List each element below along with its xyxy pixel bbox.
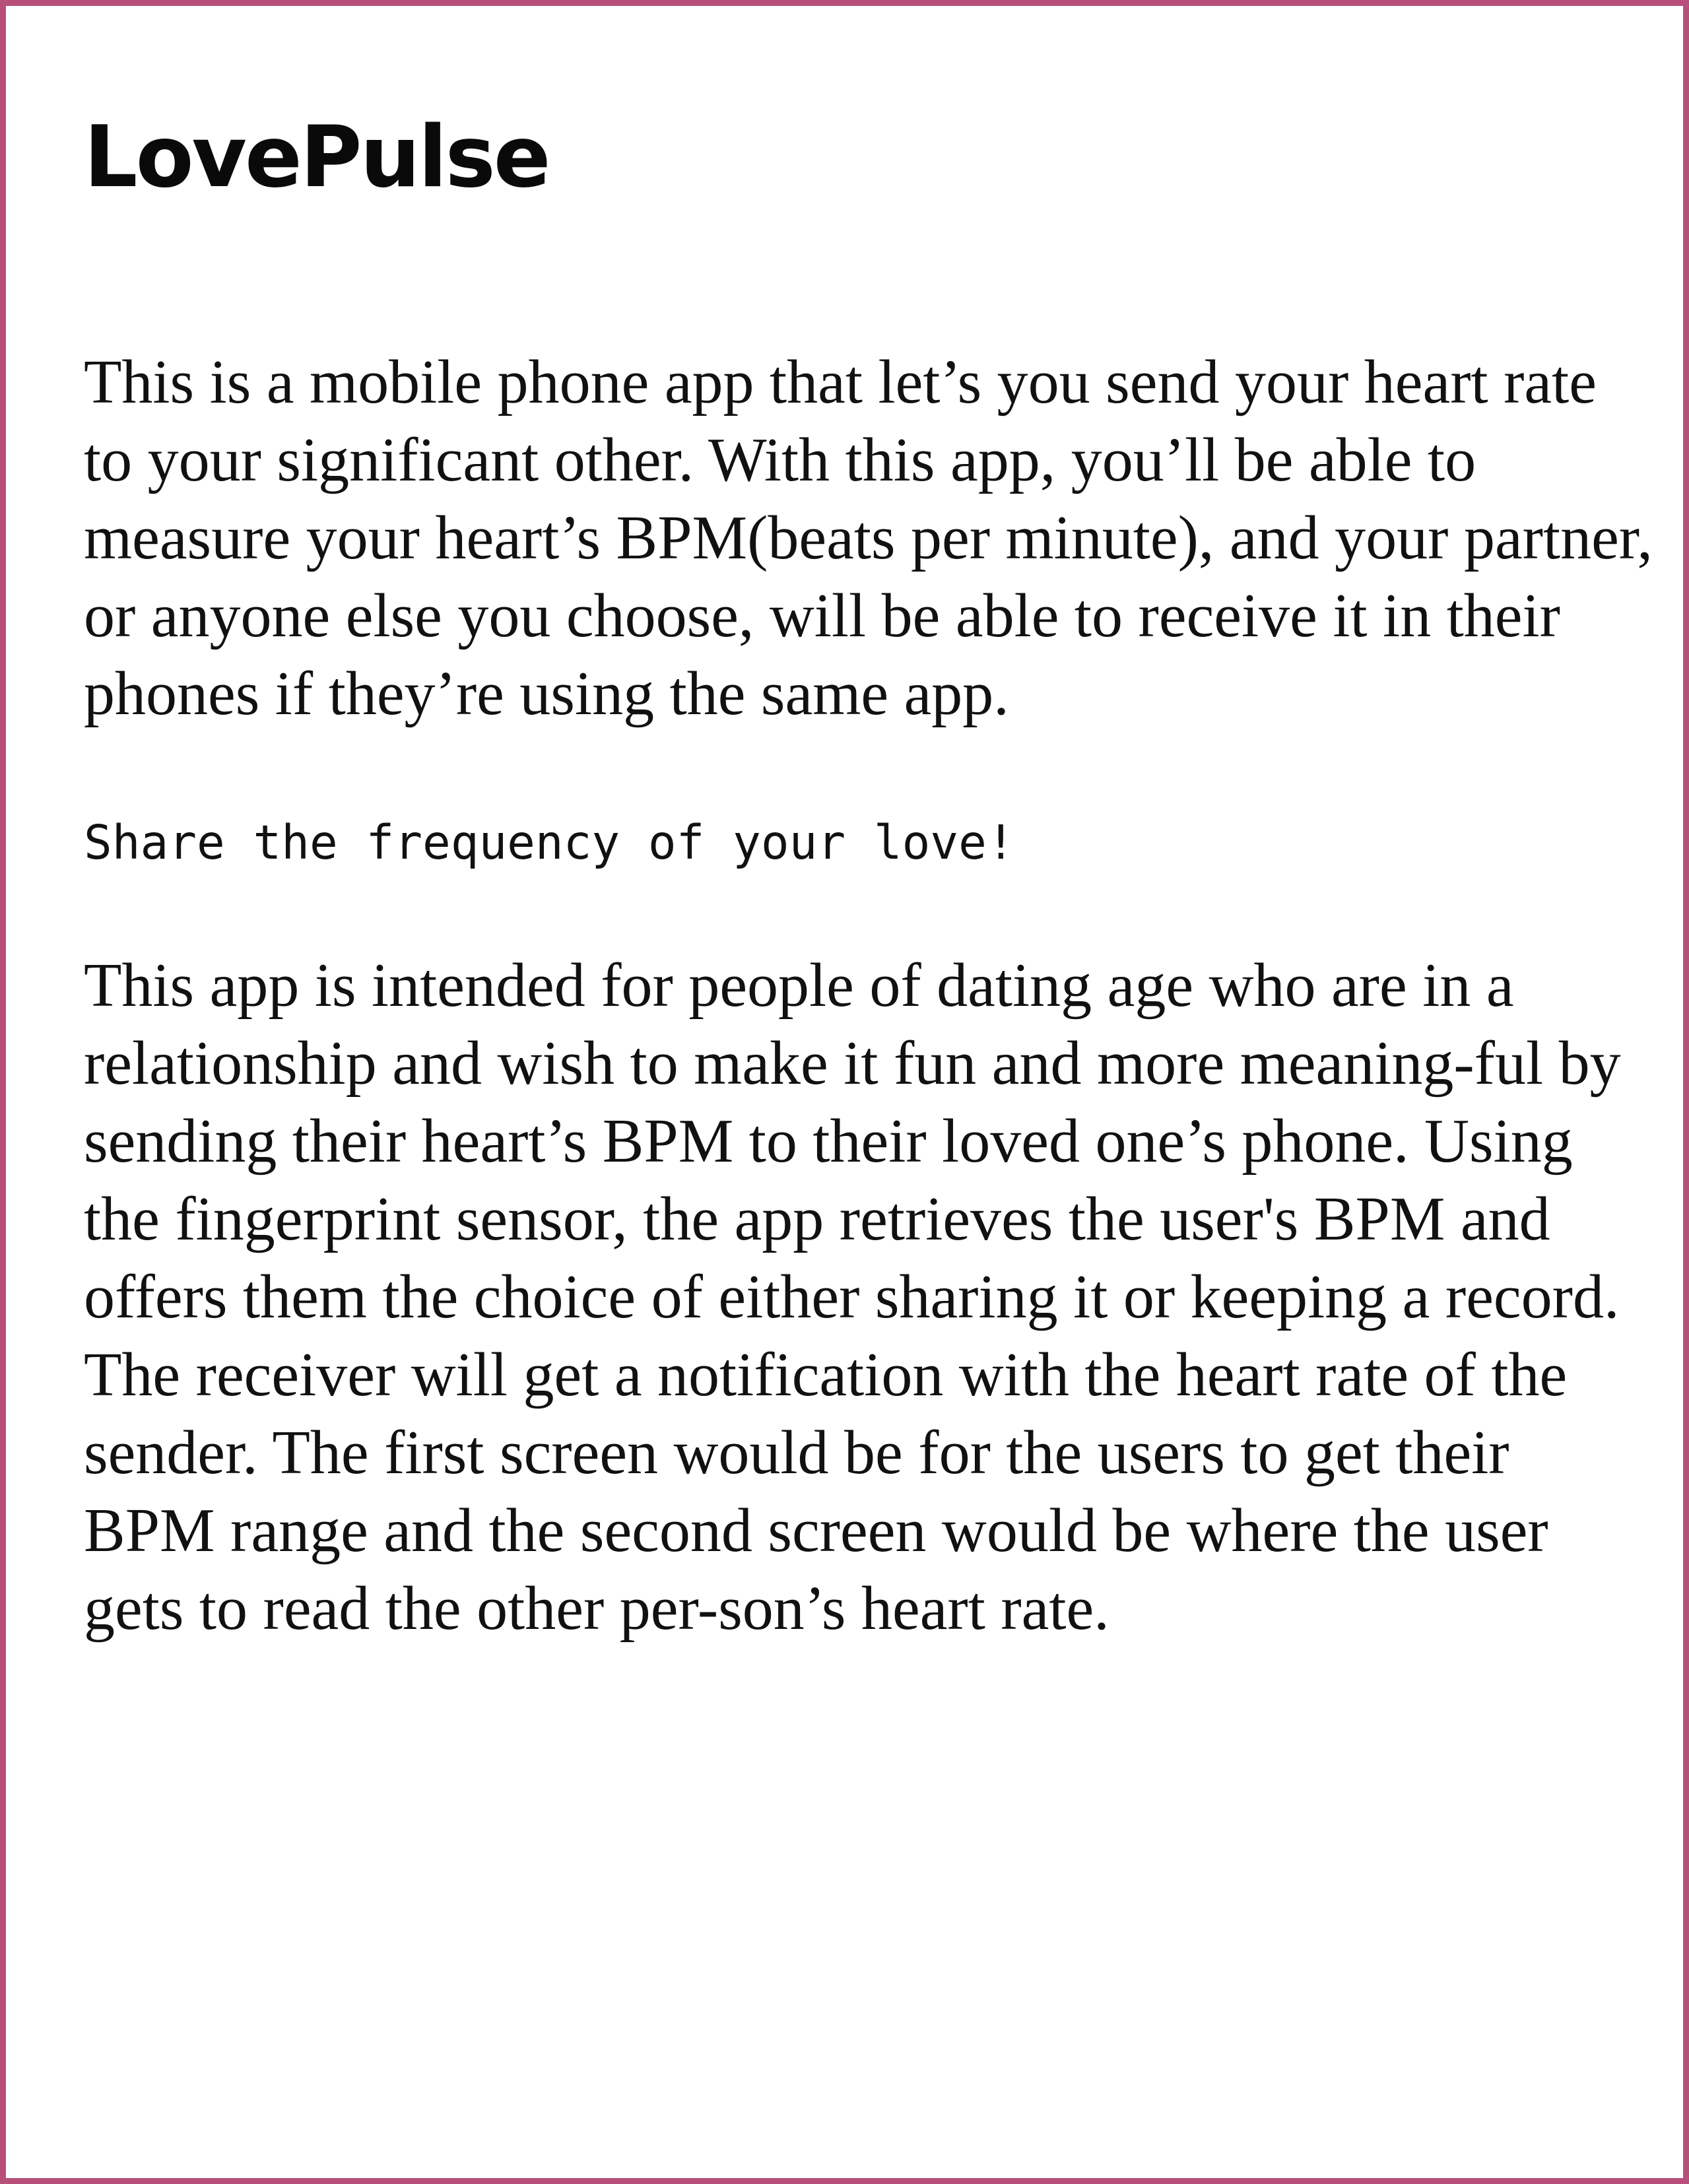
intro-paragraph: This is a mobile phone app that let’s yo… xyxy=(84,347,1653,728)
document-content: LovePulse This is a mobile phone app tha… xyxy=(84,108,1655,1647)
tagline: Share the frequency of your love! xyxy=(84,814,1015,870)
description-paragraph: This app is intended for people of datin… xyxy=(84,950,1621,1643)
page-title: LovePulse xyxy=(84,108,551,207)
page-frame: LovePulse This is a mobile phone app tha… xyxy=(0,0,1689,2184)
